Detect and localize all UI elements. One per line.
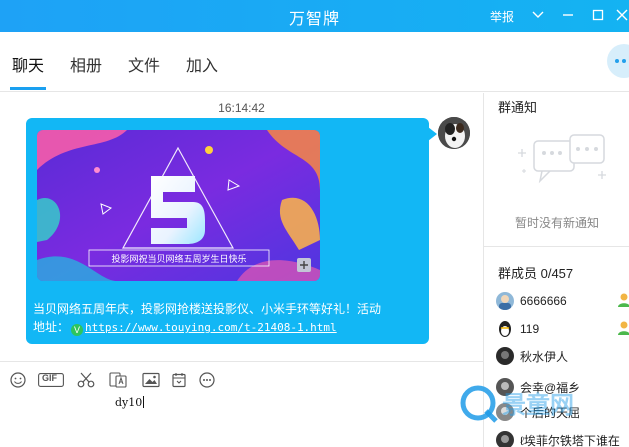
- banner-caption: 投影网祝当贝网络五周岁生日快乐: [111, 253, 246, 264]
- member-avatar: [496, 347, 514, 365]
- right-panel: 群通知 暂时没有新通知 群成员 0/457 6666666 119 秋水伊人 会…: [483, 93, 629, 447]
- gif-label: GIF: [42, 373, 57, 383]
- report-button[interactable]: 举报: [490, 8, 514, 25]
- member-name: 会幸@福乡: [520, 380, 581, 395]
- member-item[interactable]: 会幸@福乡: [496, 376, 629, 398]
- divider: [484, 246, 629, 247]
- address-label: 地址：: [33, 320, 70, 334]
- tab-chat[interactable]: 聊天: [12, 52, 44, 76]
- close-icon[interactable]: [611, 4, 629, 26]
- maximize-icon[interactable]: [587, 4, 609, 26]
- more-icon[interactable]: [198, 370, 216, 390]
- font-icon[interactable]: [108, 370, 128, 390]
- member-avatar: [496, 320, 514, 338]
- message-link[interactable]: https://www.touying.com/t-21408-1.html: [85, 321, 337, 334]
- member-name: ℓ埃菲尔铁塔下谁在: [520, 433, 620, 447]
- emoji-icon[interactable]: [9, 370, 27, 390]
- message-text-line1: 当贝网络五周年庆，投影网抢楼送投影仪、小米手环等好礼！活动: [33, 302, 382, 316]
- member-item[interactable]: 个后的天屈: [496, 401, 629, 423]
- message-input-value: dy10: [115, 396, 143, 409]
- member-name: 个后的天屈: [520, 405, 581, 420]
- tab-bar: 聊天 相册 文件 加入: [0, 32, 629, 92]
- member-item[interactable]: 119: [496, 318, 629, 340]
- member-name: 119: [520, 322, 540, 336]
- member-avatar: [496, 292, 514, 310]
- message-timestamp: 16:14:42: [218, 101, 265, 115]
- tab-join[interactable]: 加入: [186, 52, 218, 76]
- member-avatar: [496, 378, 514, 396]
- image-icon[interactable]: [141, 370, 161, 390]
- gif-icon[interactable]: GIF: [38, 370, 64, 390]
- member-avatar: [496, 403, 514, 421]
- input-area: GIF dy10: [0, 361, 483, 447]
- notice-title: 群通知: [498, 100, 538, 115]
- user-badge-icon: [616, 292, 629, 308]
- message-input[interactable]: dy10: [115, 396, 145, 409]
- member-name: 秋水伊人: [520, 349, 569, 364]
- members-title: 群成员 0/457: [498, 266, 574, 281]
- chat-area: 16:14:42 投影网祝当贝网络五周岁生日快乐 当贝网络五周年庆，投影网抢楼送…: [0, 93, 483, 361]
- member-name: 6666666: [520, 294, 567, 308]
- chevron-down-icon[interactable]: [527, 4, 549, 26]
- user-badge-icon: [616, 320, 629, 336]
- text-caret: [143, 396, 145, 408]
- banner-image[interactable]: 投影网祝当贝网络五周岁生日快乐: [37, 130, 320, 281]
- active-tab-indicator: [10, 87, 46, 90]
- more-options-button[interactable]: [607, 44, 629, 78]
- calendar-icon[interactable]: [170, 370, 188, 390]
- message-bubble[interactable]: 投影网祝当贝网络五周岁生日快乐 当贝网络五周年庆，投影网抢楼送投影仪、小米手环等…: [26, 118, 429, 344]
- avatar[interactable]: [438, 117, 470, 149]
- member-item[interactable]: 秋水伊人: [496, 345, 629, 367]
- scissors-icon[interactable]: [76, 370, 96, 390]
- bubble-arrow: [428, 127, 437, 141]
- verified-icon: V: [71, 324, 84, 336]
- member-avatar: [496, 431, 514, 447]
- member-item[interactable]: ℓ埃菲尔铁塔下谁在: [496, 429, 629, 447]
- member-item[interactable]: 6666666: [496, 290, 629, 312]
- notice-empty-text: 暂时没有新通知: [514, 216, 599, 230]
- tab-files[interactable]: 文件: [128, 52, 160, 76]
- empty-notice-icon: [512, 123, 612, 203]
- tab-album[interactable]: 相册: [70, 52, 102, 76]
- minimize-icon[interactable]: [557, 4, 579, 26]
- message-text: 当贝网络五周年庆，投影网抢楼送投影仪、小米手环等好礼！活动 地址： Vhttps:…: [33, 300, 425, 337]
- title-bar: 万智牌 举报: [0, 0, 629, 32]
